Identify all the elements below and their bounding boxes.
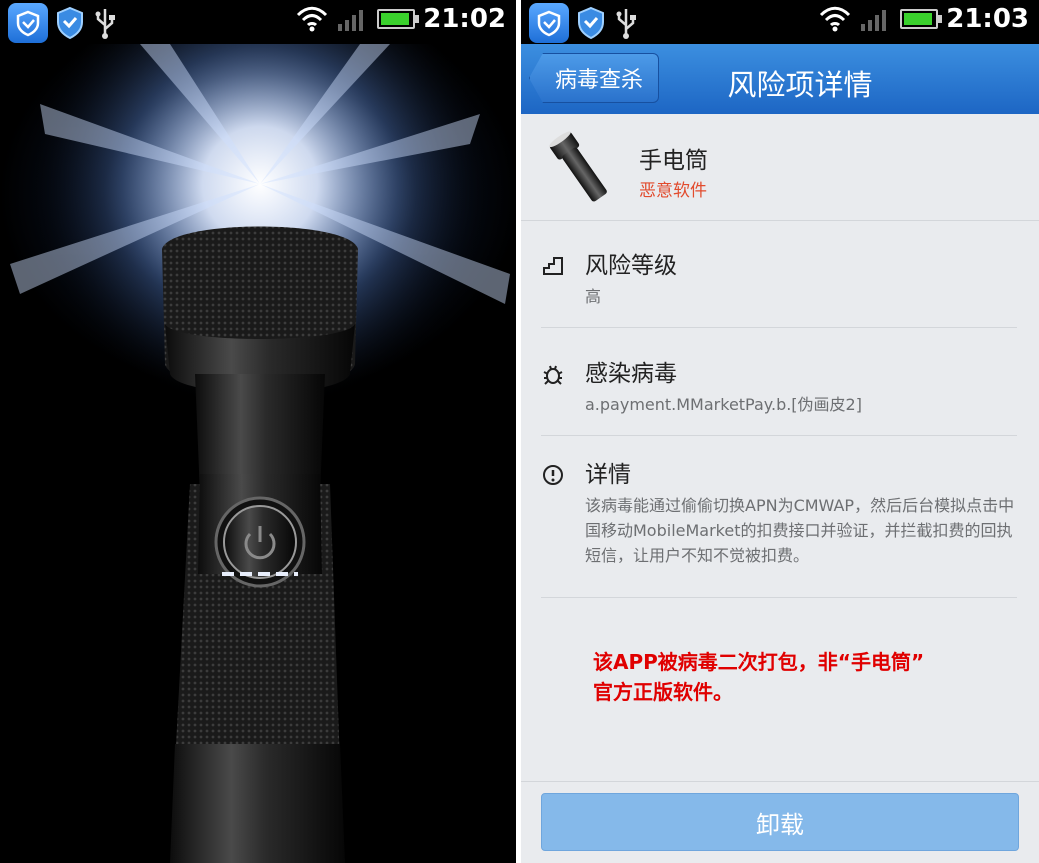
app-info: 手电筒 恶意软件 <box>521 114 1039 221</box>
wifi-icon <box>297 6 328 32</box>
uninstall-button[interactable]: 卸载 <box>541 793 1019 851</box>
status-bar: 21:02 <box>0 0 516 44</box>
clock: 21:03 <box>946 4 1029 34</box>
warning-line-1: 该APP被病毒二次打包，非“手电筒” <box>593 650 925 674</box>
usb-icon <box>92 5 118 41</box>
flashlight-app-icon <box>549 131 607 202</box>
divider <box>541 597 1017 598</box>
alert-icon <box>543 465 563 485</box>
title-bar: 病毒查杀 风险项详情 <box>521 44 1039 114</box>
usb-icon <box>613 5 639 41</box>
security-shield-icon <box>8 3 48 43</box>
security-shield-icon <box>529 3 569 43</box>
details-text: 该病毒能通过偷偷切换APN为CMWAP，然后后台模拟点击中国移动MobileMa… <box>585 496 1015 565</box>
virus-name: a.payment.MMarketPay.b.[伪画皮2] <box>585 395 862 414</box>
shield-notification-icon <box>54 5 86 41</box>
divider <box>541 435 1017 436</box>
bug-icon <box>543 365 563 385</box>
risk-level-value: 高 <box>585 287 602 306</box>
details-title: 详情 <box>585 462 631 488</box>
battery-icon <box>377 9 420 29</box>
signal-icon <box>861 10 887 31</box>
risk-level-title: 风险等级 <box>585 253 677 279</box>
flashlight-screen: 21:02 <box>0 0 516 863</box>
battery-icon <box>900 9 943 29</box>
stairs-icon <box>543 257 563 275</box>
virus-title: 感染病毒 <box>585 361 677 387</box>
app-name: 手电筒 <box>639 148 708 174</box>
clock: 21:02 <box>423 4 506 34</box>
flashlight-illustration <box>0 0 516 863</box>
risk-detail-screen: 21:03 病毒查杀 风险项详情 手电筒 恶意软件 风险等级 高 感染病毒 a.… <box>521 0 1039 863</box>
warning-line-2: 官方正版软件。 <box>593 680 733 704</box>
wifi-icon <box>820 6 851 32</box>
divider <box>541 327 1017 328</box>
app-risk-type: 恶意软件 <box>639 181 707 201</box>
bottom-bar: 卸载 <box>521 781 1039 863</box>
signal-icon <box>338 10 364 31</box>
page-title: 风险项详情 <box>727 68 873 102</box>
warning-annotation: 该APP被病毒二次打包，非“手电筒” 官方正版软件。 <box>593 647 924 707</box>
shield-notification-icon <box>575 5 607 41</box>
flashlight-background <box>0 0 516 863</box>
status-bar: 21:03 <box>521 0 1039 44</box>
